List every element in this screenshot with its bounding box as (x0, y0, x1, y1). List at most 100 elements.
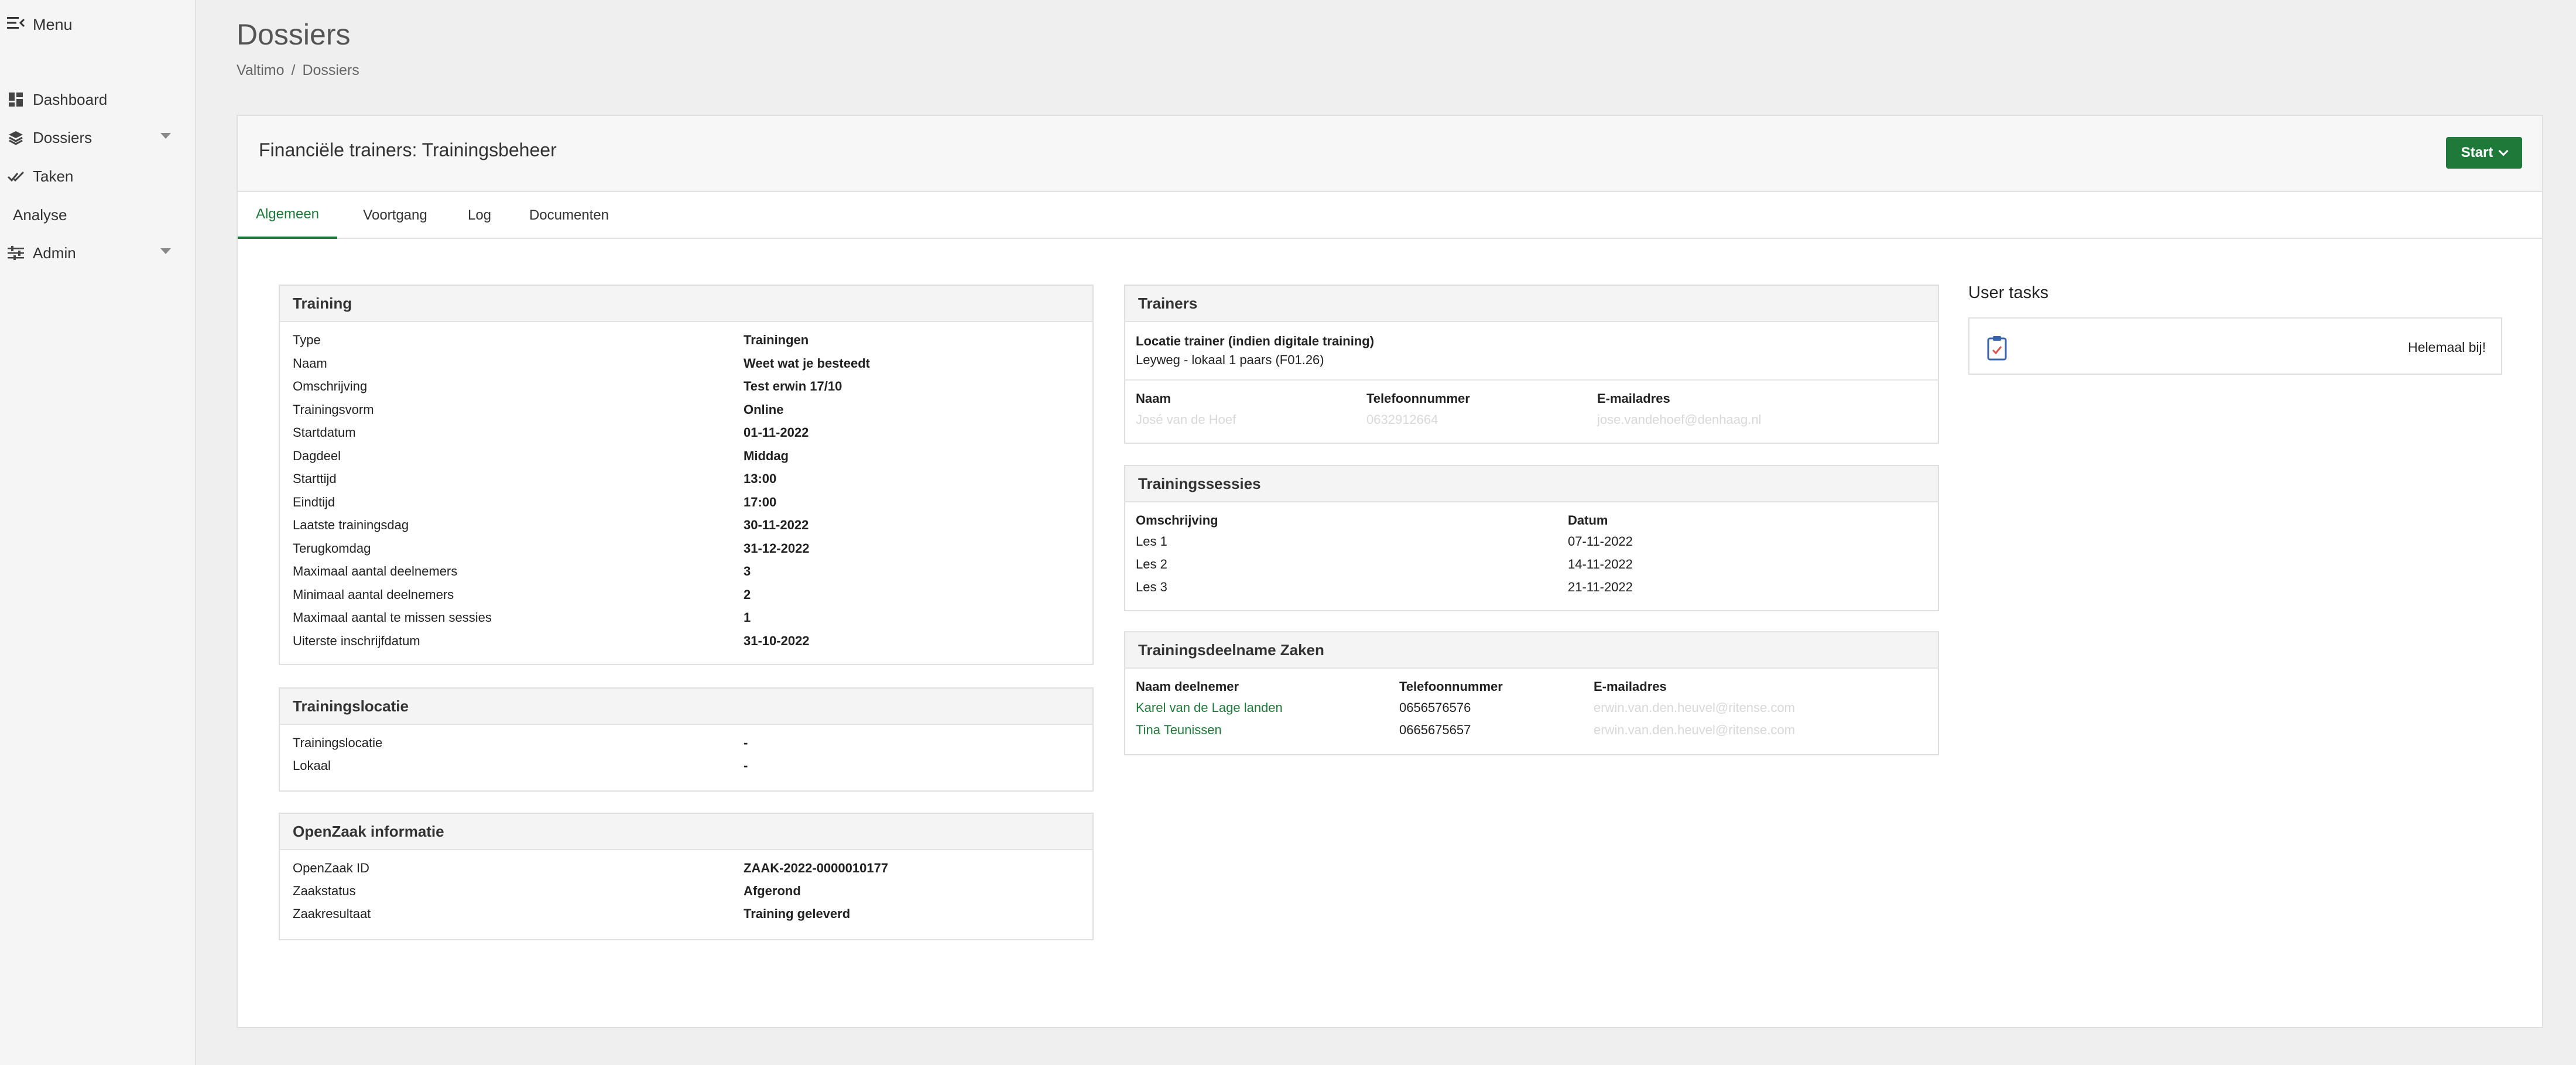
field-value: 31-10-2022 (744, 633, 810, 648)
sidebar-item-admin[interactable]: Admin (7, 239, 183, 267)
start-button-label: Start (2461, 145, 2493, 160)
field-value: - (744, 735, 748, 750)
tab-log[interactable]: Log (454, 192, 505, 239)
field-label: Trainingsvorm (293, 402, 374, 417)
field-label: Minimaal aantal deelnemers (293, 587, 454, 602)
sidebar-item-label: Admin (33, 244, 76, 262)
tab-documenten[interactable]: Documenten (516, 192, 622, 239)
field-value: Middag (744, 448, 789, 463)
field-value: Afgerond (744, 883, 801, 898)
field-label: Zaakresultaat (293, 906, 371, 921)
sidebar-item-label: Taken (33, 167, 74, 185)
field-label: Terugkomdag (293, 540, 371, 556)
field-value: 1 (744, 610, 751, 625)
panel-title: Trainers (1125, 286, 1938, 322)
column-header: E-mailadres (1597, 391, 1670, 406)
trainingslocatie-panel: Trainingslocatie Trainingslocatie - Loka… (279, 687, 1094, 792)
field-value: Training geleverd (744, 906, 851, 921)
field-label: Startdatum (293, 425, 356, 440)
layers-icon (7, 129, 25, 146)
check-icon (7, 167, 25, 185)
dashboard-icon (7, 91, 25, 108)
field-value: Trainingen (744, 333, 809, 347)
field-label: OpenZaak ID (293, 861, 369, 875)
sidebar-item-label: Dossiers (33, 128, 93, 146)
menu-collapse-icon (7, 16, 25, 34)
chevron-down-icon (2498, 146, 2509, 156)
trainingssessies-panel: Trainingssessies Omschrijving Datum Les … (1124, 465, 1939, 611)
trainer-location-value: Leyweg - lokaal 1 paars (F01.26) (1136, 352, 1324, 367)
sidebar: Menu Dashboard Dossiers Taken Analyse Ad… (0, 0, 196, 1065)
field-label: Omschrijving (293, 379, 368, 393)
chevron-down-icon (160, 248, 171, 254)
session-description: Les 3 (1136, 580, 1167, 594)
session-description: Les 2 (1136, 557, 1167, 571)
field-label: Laatste trainingsdag (293, 518, 409, 532)
field-value: - (744, 758, 748, 773)
field-label: Zaakstatus (293, 883, 356, 898)
sidebar-item-label: Analyse (13, 206, 67, 224)
session-date: 07-11-2022 (1568, 534, 1633, 549)
menu-label: Menu (33, 15, 73, 33)
trainer-name: José van de Hoef (1136, 412, 1236, 427)
user-task-item[interactable]: Helemaal bij! (1968, 317, 2502, 375)
field-label: Maximaal aantal te missen sessies (293, 610, 492, 625)
divider (1125, 379, 1938, 381)
column-header: Omschrijving (1136, 513, 1218, 528)
trainingsdeelname-panel: Trainingsdeelname Zaken Naam deelnemer T… (1124, 631, 1939, 755)
field-label: Trainingslocatie (293, 735, 383, 750)
field-value: 31-12-2022 (744, 540, 810, 556)
dossier-card: Financiële trainers: Trainingsbeheer Sta… (237, 115, 2543, 1028)
panel-title: Trainingslocatie (280, 689, 1092, 725)
field-value: Online (744, 402, 784, 417)
page-title: Dossiers (237, 18, 351, 51)
column-header: Naam deelnemer (1136, 679, 1239, 694)
clipboard-check-icon (1987, 335, 2007, 361)
field-value: 17:00 (744, 494, 777, 509)
trainer-phone: 0632912664 (1366, 412, 1438, 427)
sidebar-item-taken[interactable]: Taken (7, 162, 183, 190)
menu-toggle[interactable]: Menu (7, 13, 73, 36)
panel-title: Trainingssessies (1125, 466, 1938, 502)
column-header: E-mailadres (1594, 679, 1667, 694)
sidebar-item-label: Dashboard (33, 90, 108, 108)
participant-email: erwin.van.den.heuvel@ritense.com (1594, 700, 1795, 715)
field-value: 01-11-2022 (744, 425, 809, 440)
breadcrumb-home-link[interactable]: Valtimo (237, 62, 285, 79)
field-label: Starttijd (293, 471, 337, 486)
column-header: Telefoonnummer (1366, 391, 1470, 406)
tab-algemeen[interactable]: Algemeen (238, 192, 337, 239)
field-label: Uiterste inschrijfdatum (293, 633, 420, 648)
column-header: Naam (1136, 391, 1171, 406)
start-button[interactable]: Start (2446, 137, 2522, 169)
breadcrumb-current: Dossiers (302, 62, 359, 78)
column-header: Telefoonnummer (1399, 679, 1503, 694)
participant-phone: 0656576576 (1399, 700, 1471, 715)
sidebar-item-dossiers[interactable]: Dossiers (7, 124, 183, 152)
dossier-title: Financiële trainers: Trainingsbeheer (259, 139, 557, 160)
field-value: 13:00 (744, 471, 777, 486)
field-label: Lokaal (293, 758, 331, 773)
field-label: Type (293, 333, 321, 347)
participant-phone: 0665675657 (1399, 722, 1471, 737)
sidebar-item-dashboard[interactable]: Dashboard (7, 85, 183, 114)
panel-title: OpenZaak informatie (280, 814, 1092, 850)
field-label: Dagdeel (293, 448, 341, 463)
panel-title: Trainingsdeelname Zaken (1125, 632, 1938, 669)
user-task-label: Helemaal bij! (2408, 340, 2486, 355)
column-header: Datum (1568, 513, 1608, 528)
field-value: Test erwin 17/10 (744, 379, 842, 393)
field-label: Naam (293, 355, 327, 371)
openzaak-panel: OpenZaak informatie OpenZaak ID ZAAK-202… (279, 813, 1094, 940)
field-label: Maximaal aantal deelnemers (293, 564, 458, 578)
breadcrumb: Valtimo / Dossiers (237, 62, 359, 79)
participant-link[interactable]: Tina Teunissen (1136, 722, 1222, 738)
session-date: 14-11-2022 (1568, 557, 1633, 571)
field-value: 30-11-2022 (744, 518, 809, 532)
participant-email: erwin.van.den.heuvel@ritense.com (1594, 722, 1795, 737)
sidebar-item-analyse[interactable]: Analyse (13, 201, 189, 229)
session-description: Les 1 (1136, 534, 1167, 549)
tab-voortgang[interactable]: Voortgang (347, 192, 444, 239)
participant-link[interactable]: Karel van de Lage landen (1136, 700, 1283, 715)
session-date: 21-11-2022 (1568, 580, 1633, 594)
